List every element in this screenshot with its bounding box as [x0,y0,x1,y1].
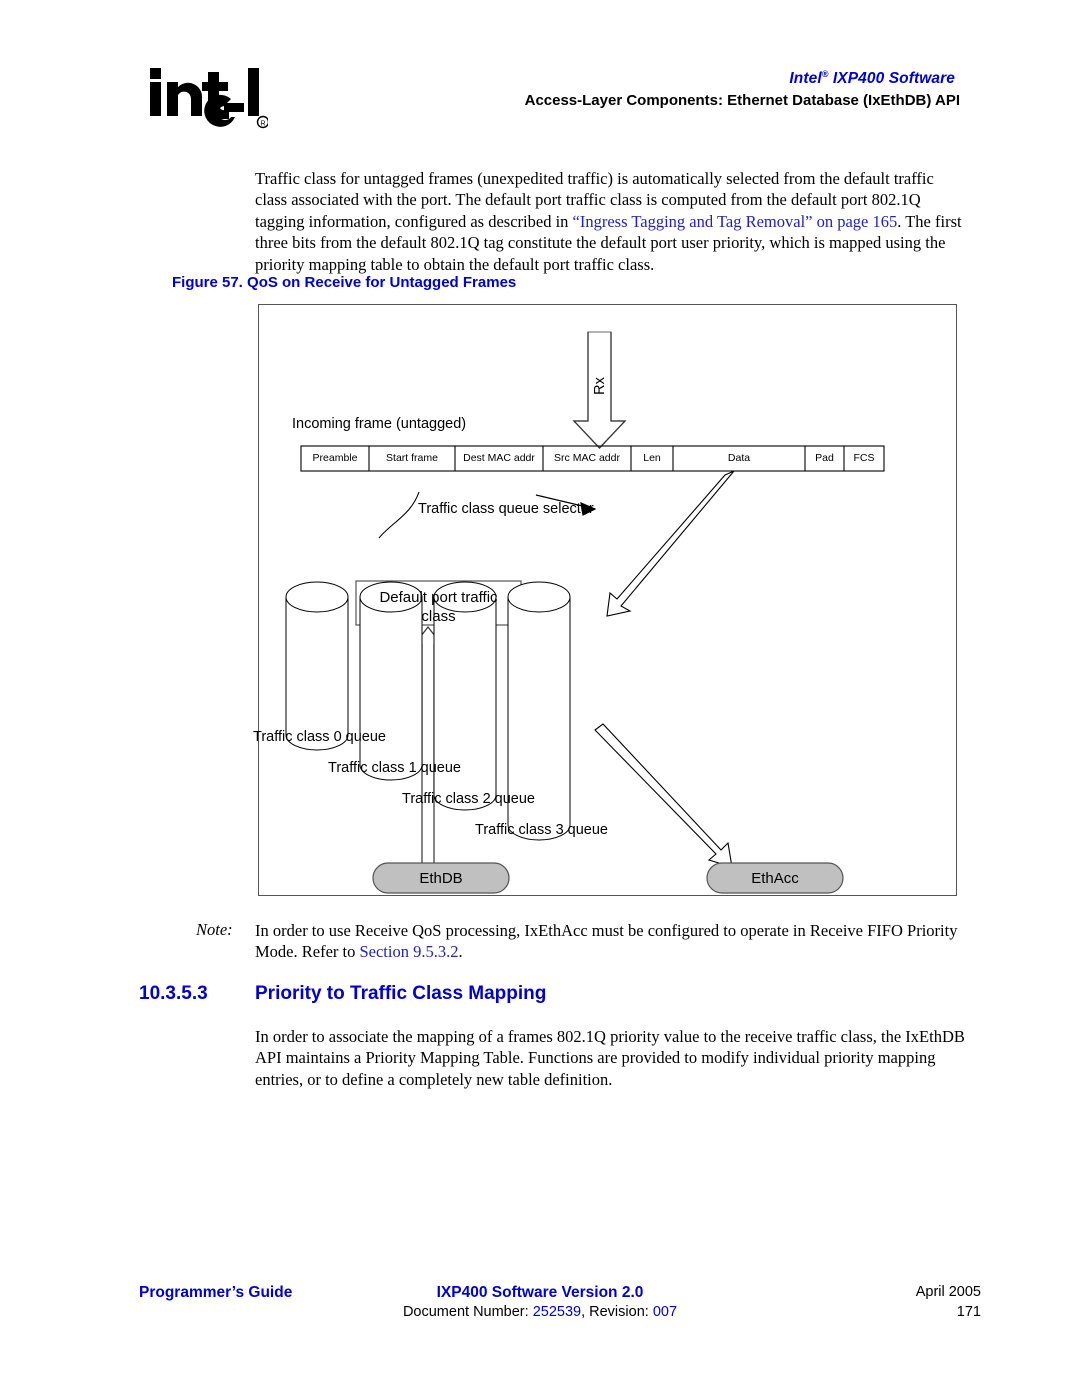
frame-field-preamble: Preamble [312,452,358,464]
default-port-traffic-class-label: Default port traffic class [356,588,521,626]
default-port-line-2: class [421,608,456,625]
data-to-queue-arrow [606,470,735,617]
document-page: R Intel® IXP400 Software Access-Layer Co… [0,0,1080,1397]
selector-leader-line [378,491,420,539]
note-label: Note: [196,920,233,939]
ethdb-label: EthDB [419,870,463,887]
section-paragraph: In order to associate the mapping of a f… [255,1027,965,1089]
frame-field-fcs: FCS [853,452,875,464]
footer-document-number: Document Number: 252539, Revision: 007 [0,1304,1080,1320]
queue-label-0: Traffic class 0 queue [253,729,386,745]
footer-date: April 2005 [915,1284,981,1300]
frame-field-dest-mac: Dest MAC addr [463,452,535,464]
queue-to-ethacc-arrow [594,723,733,868]
section-number: 10.3.5.3 [139,983,208,1004]
section-title: Priority to Traffic Class Mapping [255,983,547,1004]
incoming-frame-label: Incoming frame (untagged) [292,416,467,432]
footer-page-number: 171 [956,1304,981,1320]
footer-doc-revision: 007 [652,1304,678,1320]
footer-doc-pre: Document Number: [402,1304,533,1320]
footer-doc-number: 252539 [532,1304,582,1320]
frame-field-pad: Pad [815,452,834,464]
queue-label-1: Traffic class 1 queue [328,760,461,776]
header-subtitle: Access-Layer Components: Ethernet Databa… [524,92,960,109]
svg-text:R: R [260,121,265,128]
default-port-line-1: Default port traffic [379,589,498,606]
figure-caption: Figure 57. QoS on Receive for Untagged F… [172,274,517,291]
frame-field-len: Len [643,452,661,464]
footer-doc-mid: , Revision: [581,1304,653,1320]
figure-57-qos-receive-untagged: Rx Incoming frame (untagged) Preamble St… [253,304,957,896]
note-paragraph: In order to use Receive QoS processing, … [255,920,970,963]
header-product-intel: Intel [789,70,822,88]
queue-label-3: Traffic class 3 queue [475,822,608,838]
header-product-line: Intel® IXP400 Software [0,69,955,88]
queue-cylinder-0 [285,581,349,751]
ingress-tagging-link[interactable]: “Ingress Tagging and Tag Removal” on pag… [573,212,898,231]
frame-field-start-frame: Start frame [386,452,438,464]
rx-arrow-label: Rx [592,377,608,395]
ethacc-label: EthAcc [751,870,799,887]
traffic-class-queue-selector-label: Traffic class queue selector [418,501,594,517]
frame-field-src-mac: Src MAC addr [554,452,620,464]
frame-field-data: Data [727,452,751,464]
note-text-2: . [458,942,463,962]
header-product-rest: IXP400 Software [828,70,955,88]
intro-paragraph: Traffic class for untagged frames (unexp… [255,168,970,275]
queue-label-2: Traffic class 2 queue [402,791,535,807]
section-9532-link[interactable]: Section 9.5.3.2 [359,942,458,961]
